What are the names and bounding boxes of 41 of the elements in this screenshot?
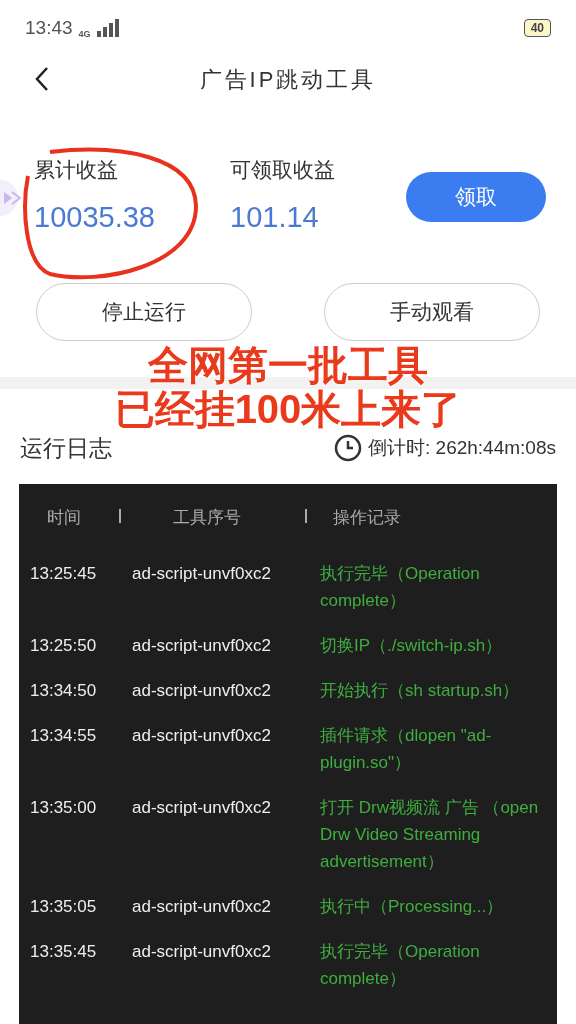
- log-record: 执行完毕（Operation complete）: [320, 940, 481, 990]
- log-record: 切换IP（./switch-ip.sh）: [320, 634, 504, 657]
- log-time: 13:35:45: [29, 940, 98, 963]
- log-time: 13:35:00: [29, 796, 98, 819]
- log-time: 13:34:50: [29, 679, 98, 702]
- claim-button[interactable]: 领取: [406, 171, 546, 222]
- log-time: 13:25:50: [29, 634, 98, 657]
- overlay-caption: 已经挂100米上来了: [114, 387, 462, 431]
- log-record: 执行完毕（Operation complete）: [320, 562, 481, 612]
- column-header: 工具序号: [173, 506, 241, 529]
- back-icon: [34, 66, 50, 92]
- log-record: 执行中（Processing...）: [320, 895, 505, 918]
- network-label: 4G: [78, 27, 91, 41]
- log-tool: ad-script-unvf0xc2: [132, 634, 272, 657]
- battery-icon: 40: [523, 19, 551, 37]
- column-header: 操作记录: [333, 507, 401, 527]
- log-tool: ad-script-unvf0xc2: [132, 562, 272, 585]
- overlay-caption: 全网第一批工具: [148, 343, 428, 387]
- log-tool: ad-script-unvf0xc2: [132, 940, 272, 963]
- log-tool: ad-script-unvf0xc2: [132, 724, 272, 747]
- log-title: 运行日志: [20, 434, 112, 463]
- log-time: 13:25:45: [29, 562, 98, 585]
- log-tool: ad-script-unvf0xc2: [132, 796, 272, 819]
- signal-icon: [96, 19, 119, 37]
- clock-icon: [334, 434, 362, 463]
- stat-value: 101.14: [230, 199, 320, 235]
- log-record: 插件请求（dlopen "ad-plugin.so"）: [320, 724, 493, 774]
- log-time: 13:34:55: [29, 724, 98, 747]
- log-record: 打开 Drw视频流 广告 （open Drw Video Streaming advertisement）: [320, 796, 540, 873]
- log-time: 13:35:05: [29, 895, 98, 918]
- log-record: 开始执行（sh startup.sh）: [320, 679, 521, 702]
- log-tool: ad-script-unvf0xc2: [132, 895, 272, 918]
- back-button[interactable]: [34, 66, 50, 92]
- column-header: 时间: [47, 506, 81, 529]
- stat-label: 累计收益: [34, 157, 119, 183]
- countdown-text: 倒计时: 262h:44m:08s: [368, 436, 556, 460]
- status-time: 13:43: [25, 15, 73, 40]
- log-tool: ad-script-unvf0xc2: [132, 679, 272, 702]
- stat-value: 10035.38: [34, 199, 156, 235]
- stat-label: 可领取收益: [230, 157, 336, 183]
- page-title: 广告IP跳动工具: [199, 65, 377, 94]
